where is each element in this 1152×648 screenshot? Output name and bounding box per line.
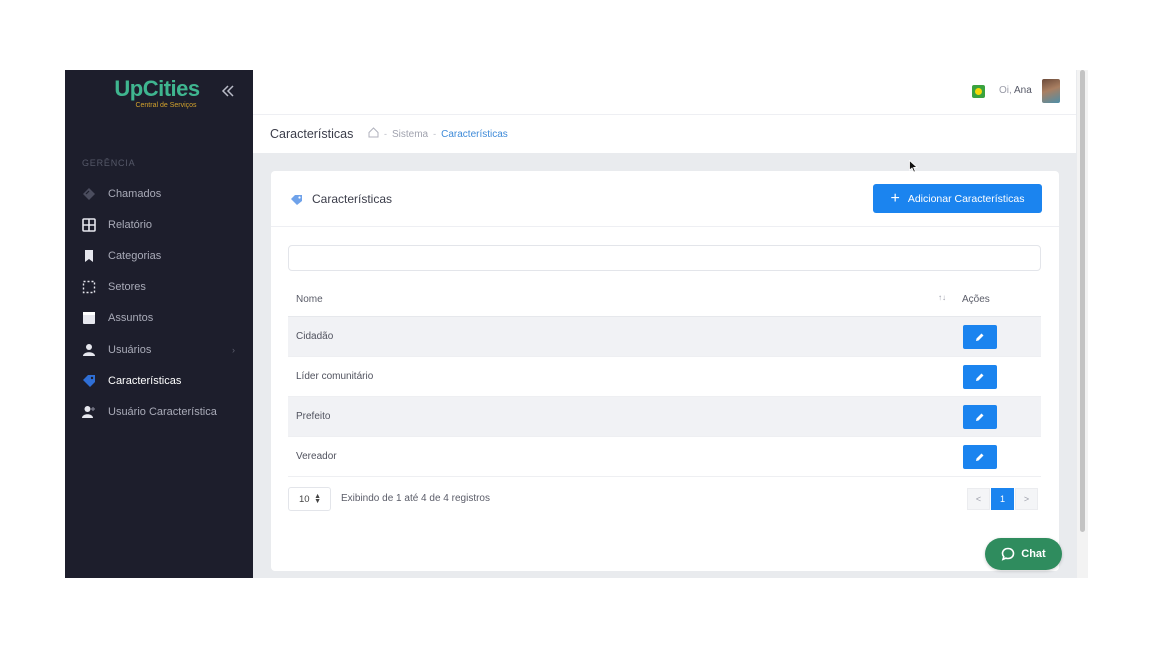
chat-bubble-icon [1001,547,1015,561]
sidebar-item-caracteristicas[interactable]: Características [65,365,253,396]
search-input[interactable] [288,245,1041,271]
sidebar-item-usuarios[interactable]: Usuários › [65,334,253,365]
sidebar-item-relatorio[interactable]: Relatório [65,209,253,240]
table-row: Prefeito [288,397,1041,437]
tag-icon [82,374,96,388]
plus-icon: + [890,189,900,207]
greeting-text: Oi, [999,85,1012,96]
chevron-right-icon: › [232,344,235,355]
row-name: Vereador [296,451,337,462]
table-header: Nome ↑↓ Ações [288,283,1041,317]
breadcrumb: - Sistema - Características [368,127,508,141]
caracteristicas-card: Características + Adicionar Característi… [271,171,1059,571]
avatar[interactable] [1042,79,1060,103]
breadcrumb-current[interactable]: Características [441,129,508,140]
dotted-square-icon [82,280,96,294]
user-greeting[interactable]: Oi, Ana [999,85,1032,96]
calendar-icon [82,311,96,325]
page-size-select[interactable]: 10 ▲ ▼ [288,487,331,511]
chat-label: Chat [1021,548,1046,560]
edit-button[interactable] [963,445,997,469]
sidebar-item-label: Usuários [108,343,152,356]
brazil-flag-icon[interactable] [972,85,985,98]
app-window: UpCities Central de Serviços GERÊNCIA Ch… [65,70,1088,578]
user-plus-icon [82,405,96,419]
pencil-icon [976,453,984,461]
logo-name: UpCities [114,76,200,101]
edit-button[interactable] [963,365,997,389]
pencil-icon [976,373,984,381]
table-row: Líder comunitário [288,357,1041,397]
logo[interactable]: UpCities Central de Serviços [107,76,207,110]
table-footer: 10 ▲ ▼ Exibindo de 1 até 4 de 4 registros… [288,487,1041,511]
sidebar-item-label: Categorias [108,249,162,262]
user-name: Ana [1014,85,1032,96]
sidebar-nav: Chamados Relatório Categorias Setores As… [65,178,253,428]
next-page-button[interactable]: > [1015,488,1038,510]
logo-tagline: Central de Serviços [135,102,197,109]
sidebar-item-categorias[interactable]: Categorias [65,240,253,271]
row-name: Prefeito [296,411,331,422]
scrollbar-thumb[interactable] [1080,70,1085,532]
user-icon [82,343,96,357]
page-size-value: 10 [299,493,310,505]
sidebar-item-label: Assuntos [108,312,154,325]
card-title: Características [312,192,393,206]
ticket-icon [82,187,96,201]
column-header-acoes: Ações [962,294,990,305]
edit-button[interactable] [963,325,997,349]
sidebar-item-label: Usuário Característica [108,405,217,418]
sidebar-item-setores[interactable]: Setores [65,272,253,303]
add-caracteristicas-button[interactable]: + Adicionar Características [873,184,1042,213]
sidebar-item-label: Características [108,374,182,387]
pagination: < 1 > [966,488,1038,510]
caracteristicas-table: Nome ↑↓ Ações Cidadão Líder comunitário … [288,283,1041,477]
home-icon[interactable] [368,127,379,141]
breadcrumb-sistema[interactable]: Sistema [392,129,428,140]
prev-page-button[interactable]: < [967,488,990,510]
tag-icon [290,193,304,211]
scrollbar[interactable] [1077,70,1088,578]
sidebar: UpCities Central de Serviços GERÊNCIA Ch… [65,70,253,578]
sidebar-item-usuario-caracteristica[interactable]: Usuário Característica [65,396,253,427]
column-header-nome[interactable]: Nome [296,294,323,305]
add-button-label: Adicionar Características [907,192,1025,205]
collapse-sidebar-icon[interactable] [219,82,237,100]
mouse-cursor-icon [909,160,918,173]
sidebar-item-assuntos[interactable]: Assuntos [65,303,253,334]
page-1-button[interactable]: 1 [991,488,1014,510]
row-name: Líder comunitário [296,371,374,382]
pencil-icon [976,413,984,421]
top-bar: Oi, Ana [253,70,1076,115]
sidebar-item-label: Chamados [108,187,162,200]
breadcrumb-separator: - [384,129,387,139]
card-header: Características + Adicionar Característi… [271,171,1059,227]
sidebar-item-label: Setores [108,281,146,294]
edit-button[interactable] [963,405,997,429]
breadcrumb-separator: - [433,129,437,139]
table-row: Vereador [288,437,1041,477]
sort-icon[interactable]: ↑↓ [938,293,946,302]
sidebar-item-label: Relatório [108,218,153,231]
records-info: Exibindo de 1 até 4 de 4 registros [341,493,490,504]
chat-button[interactable]: Chat [985,538,1062,570]
pencil-icon [976,333,984,341]
grid-icon [82,217,96,232]
bookmark-icon [82,249,96,263]
subheader: Características - Sistema - Característi… [253,115,1076,153]
section-label: GERÊNCIA [82,158,136,168]
row-name: Cidadão [296,331,334,342]
table-row: Cidadão [288,317,1041,357]
select-arrows-icon: ▲ ▼ [314,493,321,505]
sidebar-item-chamados[interactable]: Chamados [65,178,253,209]
page-title: Características [270,127,354,141]
